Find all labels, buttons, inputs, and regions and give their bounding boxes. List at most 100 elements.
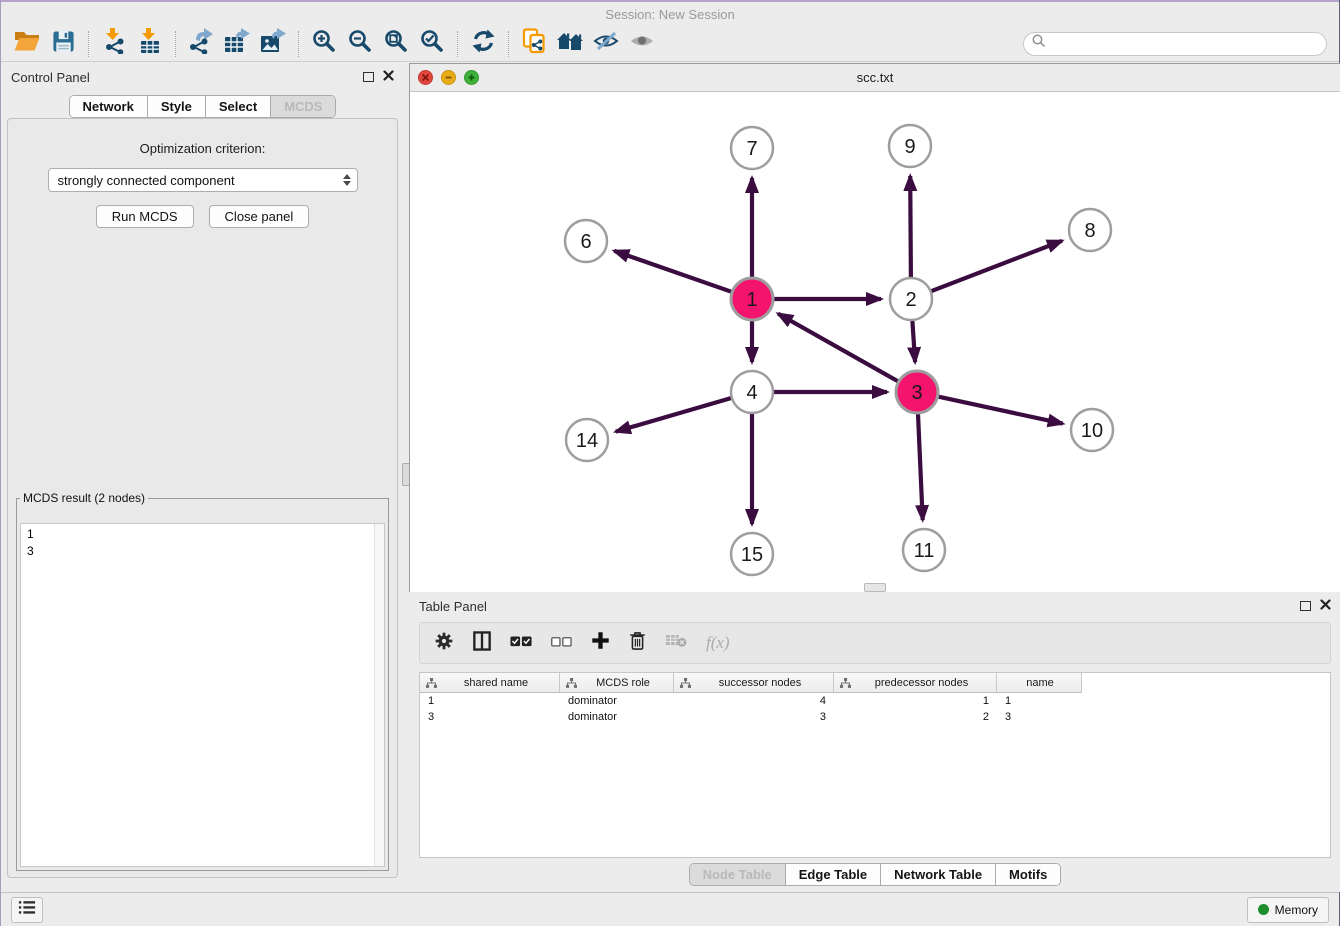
export-table-button[interactable] (219, 28, 255, 60)
add-column-button[interactable] (591, 631, 610, 655)
export-network-button[interactable] (183, 28, 219, 60)
import-network-button[interactable] (96, 28, 132, 60)
node-table[interactable]: shared nameMCDS rolesuccessor nodesprede… (419, 672, 1331, 858)
table-panel-header: Table Panel (409, 592, 1340, 620)
tab-select[interactable]: Select (205, 96, 270, 117)
graph-node-10[interactable]: 10 (1071, 409, 1113, 451)
column-tree-icon (566, 678, 577, 688)
node-label: 9 (904, 136, 915, 158)
save-session-button[interactable] (45, 28, 81, 60)
edge-3-11[interactable] (918, 414, 923, 520)
memory-status-icon (1258, 904, 1269, 915)
hide-details-button[interactable] (588, 28, 624, 60)
function-builder-button[interactable]: f(x) (706, 633, 730, 653)
table-row[interactable]: 3dominator323 (420, 709, 1330, 725)
select-all-checkboxes-button[interactable] (510, 634, 532, 652)
edge-1-6[interactable] (614, 251, 731, 292)
edge-2-8[interactable] (932, 241, 1063, 291)
search-field[interactable] (1023, 32, 1327, 56)
session-title: Session: New Session (605, 7, 734, 22)
window-zoom-button[interactable] (464, 70, 479, 85)
column-header-predecessor-nodes[interactable]: predecessor nodes (834, 673, 997, 693)
graph-node-9[interactable]: 9 (889, 125, 931, 167)
table-cell[interactable]: 3 (420, 711, 560, 723)
zoom-out-button[interactable] (342, 28, 378, 60)
graph-node-6[interactable]: 6 (565, 220, 607, 262)
graph-node-11[interactable]: 11 (903, 529, 945, 571)
column-header-shared-name[interactable]: shared name (420, 673, 560, 693)
close-panel-icon[interactable] (1320, 597, 1331, 615)
zoom-in-button[interactable] (306, 28, 342, 60)
edge-3-10[interactable] (939, 397, 1063, 424)
column-header-successor-nodes[interactable]: successor nodes (674, 673, 834, 693)
show-details-button[interactable] (624, 28, 660, 60)
search-input[interactable] (1051, 36, 1318, 52)
deselect-all-checkboxes-button[interactable] (551, 634, 572, 652)
network-window-titlebar[interactable]: scc.txt (410, 64, 1340, 92)
tab-style[interactable]: Style (147, 96, 205, 117)
graph-node-8[interactable]: 8 (1069, 209, 1111, 251)
zoom-selected-button[interactable] (414, 28, 450, 60)
tab-motifs[interactable]: Motifs (995, 864, 1060, 885)
tab-network[interactable]: Network (70, 96, 147, 117)
window-minimize-button[interactable] (441, 70, 456, 85)
edge-2-9[interactable] (910, 176, 911, 277)
refresh-icon (471, 29, 496, 58)
result-line: 3 (27, 543, 384, 560)
edge-3-1[interactable] (778, 314, 898, 382)
table-cell[interactable]: 1 (834, 695, 997, 707)
table-options-button[interactable] (434, 631, 454, 656)
graph-node-3[interactable]: 3 (896, 371, 938, 413)
show-columns-button[interactable] (473, 631, 491, 656)
graph-node-4[interactable]: 4 (731, 371, 773, 413)
table-row[interactable]: 1dominator411 (420, 693, 1330, 709)
edge-2-3[interactable] (912, 321, 915, 362)
graph-node-15[interactable]: 15 (731, 533, 773, 575)
edge-4-14[interactable] (616, 398, 731, 432)
table-cell[interactable]: 2 (834, 711, 997, 723)
apply-layout-button[interactable] (465, 28, 501, 60)
toolbar-separator (175, 31, 176, 57)
canvas-splitter-handle[interactable] (864, 583, 886, 592)
tab-node-table[interactable]: Node Table (690, 864, 785, 885)
result-scrollbar[interactable] (374, 524, 384, 866)
network-canvas[interactable]: 7 9 6 8 1 2 4 3 14 10 15 11 (410, 92, 1340, 592)
table-cell[interactable]: dominator (560, 711, 674, 723)
float-panel-icon[interactable] (1300, 601, 1311, 611)
zoom-fit-button[interactable] (378, 28, 414, 60)
run-mcds-button[interactable]: Run MCDS (96, 205, 194, 228)
list-icon (18, 900, 36, 920)
open-folder-icon (14, 30, 40, 57)
tab-mcds[interactable]: MCDS (270, 96, 335, 117)
close-panel-button[interactable]: Close panel (209, 205, 310, 228)
table-cell[interactable]: dominator (560, 695, 674, 707)
task-history-button[interactable] (11, 897, 43, 923)
table-cell[interactable]: 1 (997, 695, 1082, 707)
table-cell[interactable]: 4 (674, 695, 834, 707)
graph-node-1[interactable]: 1 (731, 278, 773, 320)
graph-node-7[interactable]: 7 (731, 127, 773, 169)
export-image-button[interactable] (255, 28, 291, 60)
table-cell[interactable]: 3 (997, 711, 1082, 723)
close-panel-icon[interactable] (383, 68, 394, 86)
column-header-mcds-role[interactable]: MCDS role (560, 673, 674, 693)
mcds-result-box[interactable]: 13 (20, 523, 385, 867)
network-home-button[interactable] (552, 28, 588, 60)
tab-network-table[interactable]: Network Table (880, 864, 995, 885)
delete-columns-button[interactable] (629, 631, 646, 656)
column-header-name[interactable]: name (997, 673, 1082, 693)
import-table-button[interactable] (132, 28, 168, 60)
control-panel-tabs: NetworkStyleSelectMCDS (69, 95, 337, 118)
open-session-button[interactable] (9, 28, 45, 60)
tab-edge-table[interactable]: Edge Table (785, 864, 880, 885)
criterion-dropdown[interactable]: strongly connected component (48, 168, 358, 192)
graph-node-2[interactable]: 2 (890, 278, 932, 320)
memory-button[interactable]: Memory (1247, 897, 1329, 923)
table-cell[interactable]: 1 (420, 695, 560, 707)
float-panel-icon[interactable] (363, 72, 374, 82)
copy-view-button[interactable] (516, 28, 552, 60)
table-cell[interactable]: 3 (674, 711, 834, 723)
graph-node-14[interactable]: 14 (566, 419, 608, 461)
delete-table-button[interactable] (665, 633, 687, 653)
window-close-button[interactable] (418, 70, 433, 85)
